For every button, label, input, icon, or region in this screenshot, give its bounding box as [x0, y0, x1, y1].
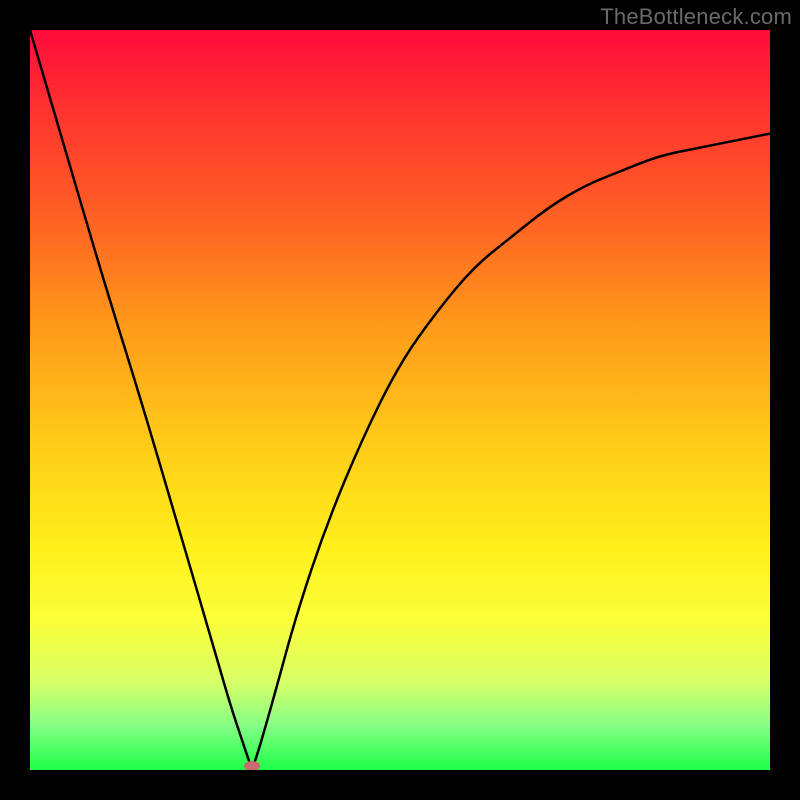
optimum-marker — [244, 761, 260, 770]
curve-layer — [30, 30, 770, 770]
plot-area — [30, 30, 770, 770]
bottleneck-curve — [30, 30, 770, 764]
watermark-text: TheBottleneck.com — [600, 4, 792, 30]
chart-frame: TheBottleneck.com — [0, 0, 800, 800]
